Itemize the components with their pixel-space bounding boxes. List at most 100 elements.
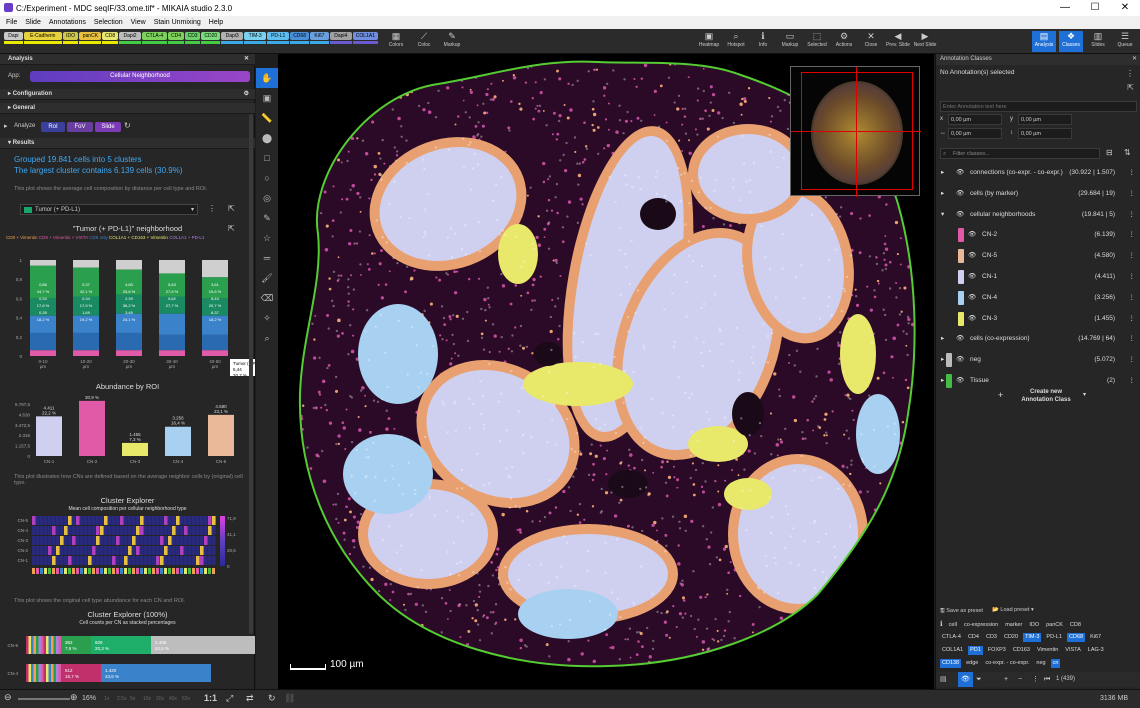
eye-icon[interactable]: 👁	[956, 205, 964, 225]
eye-icon[interactable]: 👁	[968, 267, 976, 287]
panel-close-icon[interactable]: ✕	[1132, 54, 1137, 65]
history-icon[interactable]: ↻	[124, 121, 131, 130]
tag-chip[interactable]: CD20	[1002, 633, 1020, 642]
celltype-dropdown[interactable]: Tumor (+ PD-L1) ▾	[20, 204, 198, 215]
create-class-button[interactable]: + Create new Annotation Class ▾	[996, 388, 1096, 406]
overview-minimap[interactable]	[790, 66, 921, 197]
open-external-icon-2[interactable]: ⇱	[228, 224, 235, 233]
eye-icon[interactable]: 👁	[958, 672, 973, 687]
more-options-icon[interactable]: ⋮	[1129, 205, 1136, 225]
tag-chip[interactable]: FOXP3	[986, 646, 1008, 655]
refresh-icon[interactable]: ↻	[268, 693, 276, 704]
more-options-icon[interactable]: ⋮	[1129, 329, 1136, 349]
toolbar-coloc-button[interactable]: ⟋ Coloc	[412, 31, 436, 52]
eye-icon[interactable]: 👁	[956, 163, 964, 183]
annotation-class-row[interactable]: ▸ 👁 cells (by marker) (29.684 | 19) ⋮	[936, 184, 1140, 204]
analyze-fov-button[interactable]: FoV	[67, 122, 93, 132]
annotation-text-input[interactable]	[940, 101, 1137, 112]
tag-chip[interactable]: Ki67	[1088, 633, 1103, 642]
results-section[interactable]: ▾ Results	[0, 138, 255, 149]
chevron-right-icon[interactable]: ▸	[941, 350, 944, 370]
toolbar-queue-button[interactable]: ☰ Queue	[1113, 31, 1137, 52]
marker-chip-panck[interactable]: panCK	[79, 32, 102, 40]
tag-chip[interactable]: co-expr. - co-expr.	[983, 659, 1031, 668]
fit-icon[interactable]: ⤢	[226, 693, 233, 704]
chevron-right-icon[interactable]: ▸	[941, 371, 944, 391]
close-button[interactable]: ✕	[1110, 0, 1140, 16]
marker-chip-col1a1[interactable]: COL1A1	[352, 32, 378, 40]
ratio-button[interactable]: 1:1	[204, 693, 217, 703]
annotation-class-row[interactable]: 👁 CN-5 (4.580) ⋮	[936, 246, 1140, 266]
eye-icon[interactable]: 👁	[968, 288, 976, 308]
toolbar-prev-slide-button[interactable]: ◀ Prev. Slide	[886, 31, 910, 52]
gear-icon[interactable]: ⚙	[244, 89, 249, 100]
wand-tool-icon[interactable]: ✧	[256, 308, 278, 328]
zoom-preset-button[interactable]: 1x	[104, 696, 109, 702]
tag-chip[interactable]: Vimentin	[1035, 646, 1060, 655]
menu-annotations[interactable]: Annotations	[49, 19, 86, 26]
annotation-class-row[interactable]: 👁 CN-1 (4.411) ⋮	[936, 267, 1140, 287]
eye-icon[interactable]: 👁	[956, 350, 964, 370]
coord-field[interactable]: 0,00 µm	[948, 128, 1002, 139]
first-page-icon[interactable]: ⏮	[1044, 672, 1050, 687]
tag-chip[interactable]: CD8	[1068, 621, 1083, 630]
eye-icon[interactable]: 👁	[956, 329, 964, 349]
tag-chip[interactable]: CD3	[984, 633, 999, 642]
eye-icon[interactable]: 👁	[968, 309, 976, 329]
analyze-roi-button[interactable]: RoI	[41, 122, 65, 132]
tag-chip[interactable]: edge	[964, 659, 980, 668]
lines-tool-icon[interactable]: ═	[256, 248, 278, 268]
analyze-slide-button[interactable]: Slide	[95, 122, 121, 132]
star-tool-icon[interactable]: ☆	[256, 228, 278, 248]
tag-chip[interactable]: marker	[1003, 621, 1024, 630]
tag-chip[interactable]: panCK	[1044, 621, 1065, 630]
more-options-icon[interactable]: ⋮	[1129, 371, 1136, 391]
add-annotation-icon[interactable]: +	[1004, 672, 1008, 687]
more-options-icon[interactable]: ⋮	[208, 204, 216, 213]
remove-annotation-icon[interactable]: −	[1018, 672, 1022, 687]
tag-chip[interactable]: CD68	[1067, 633, 1086, 642]
zoom-preset-button[interactable]: 2.5x	[117, 696, 126, 702]
zoom-preset-button[interactable]: 10x	[143, 696, 151, 702]
tag-chip[interactable]: TIM-3	[1023, 633, 1042, 642]
zoom-preset-button[interactable]: 63x	[182, 696, 190, 702]
eye-icon[interactable]: 👁	[968, 246, 976, 266]
target-tool-icon[interactable]: ◎	[256, 188, 278, 208]
annotation-class-row[interactable]: ▸ 👁 cells (co-expression) (14.769 | 64) ⋮	[936, 329, 1140, 349]
tag-chip[interactable]: CD163	[1011, 646, 1032, 655]
toolbar-heatmap-button[interactable]: ▣ Heatmap	[697, 31, 721, 52]
menu-help[interactable]: Help	[209, 19, 223, 26]
more-options-icon[interactable]: ⋮	[1129, 246, 1136, 266]
coord-field[interactable]: 0,00 µm	[1018, 114, 1072, 125]
tag-chip[interactable]: LAG-3	[1086, 646, 1106, 655]
zoom-out-icon[interactable]: ⊖	[4, 692, 12, 703]
more-options-icon[interactable]: ⋮	[1126, 69, 1134, 78]
menu-slide[interactable]: Slide	[25, 19, 41, 26]
marker-chip-tim-3[interactable]: TIM-3	[244, 32, 267, 40]
marker-chip-e-cadherin[interactable]: E-Cadherin	[23, 32, 62, 40]
chevron-right-icon[interactable]: ▸	[941, 163, 944, 183]
rectangle-select-icon[interactable]: ▣	[256, 88, 278, 108]
coord-field[interactable]: 0,00 µm	[1018, 128, 1072, 139]
load-preset-button[interactable]: 📂 Load preset ▾	[992, 607, 1034, 613]
tag-chip[interactable]: CD4	[966, 633, 981, 642]
tag-chip[interactable]: cell	[947, 621, 959, 630]
marker-chip-dapi3[interactable]: Dapi3	[221, 32, 244, 40]
toolbar-markup-button[interactable]: ▭ Markup	[778, 31, 802, 52]
menu-stain-unmixing[interactable]: Stain Unmixing	[154, 19, 201, 26]
more-options-icon[interactable]: ⋮	[1129, 309, 1136, 329]
eraser-tool-icon[interactable]: ⌫	[256, 288, 278, 308]
marker-chip-cd68[interactable]: CD68	[290, 32, 309, 40]
eye-icon[interactable]: 👁	[956, 371, 964, 391]
marker-chip-ctla-4[interactable]: CTLA-4	[142, 32, 168, 40]
more-options-icon[interactable]: ⋮	[1129, 184, 1136, 204]
tag-chip[interactable]: neg	[1034, 659, 1047, 668]
chevron-down-icon[interactable]: ▾	[941, 205, 944, 225]
open-external-icon[interactable]: ⇱	[1127, 83, 1134, 92]
menu-file[interactable]: File	[6, 19, 17, 26]
more-options-icon[interactable]: ⋮	[1032, 672, 1039, 687]
hand-tool-icon[interactable]: ✋	[256, 68, 278, 88]
more-options-icon[interactable]: ⋮	[1129, 267, 1136, 287]
marker-chip-cd4[interactable]: CD4	[168, 32, 184, 40]
app-selector[interactable]: Cellular Neighborhood	[30, 71, 250, 82]
